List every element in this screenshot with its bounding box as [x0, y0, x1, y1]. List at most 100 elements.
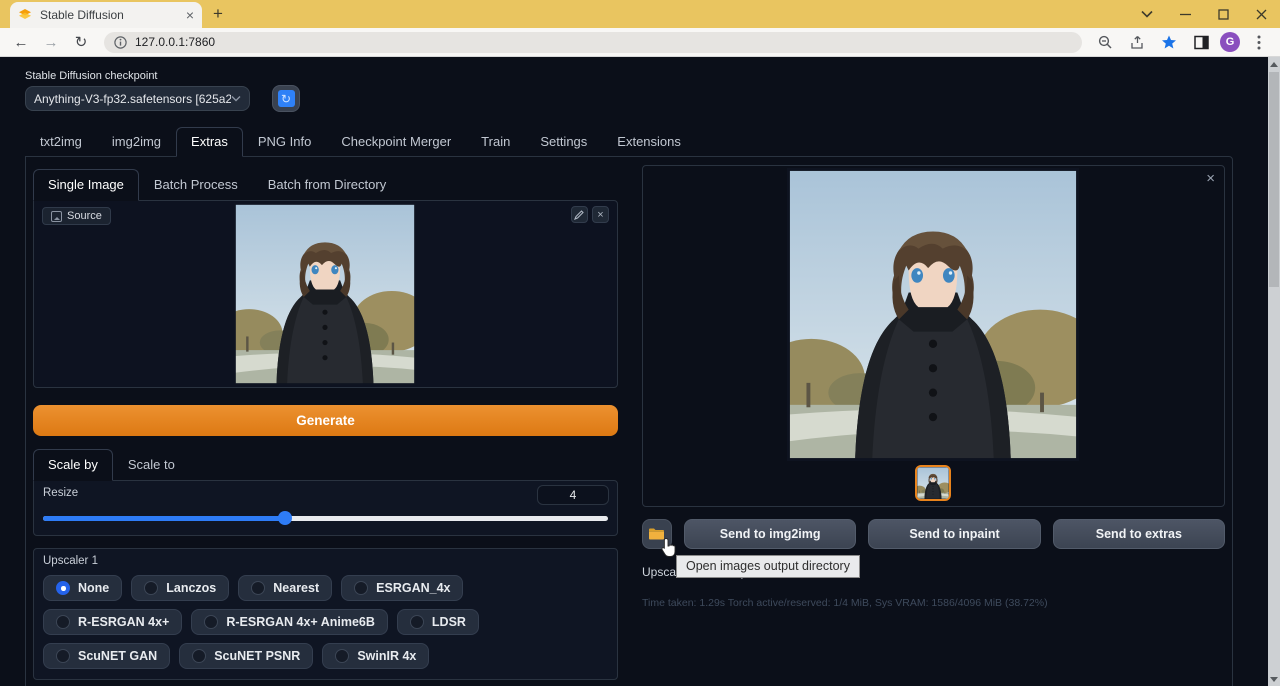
- tab-train[interactable]: Train: [466, 127, 525, 157]
- source-image-dropzone[interactable]: Source ×: [33, 200, 618, 388]
- back-icon[interactable]: ←: [8, 29, 34, 55]
- tab-img2img[interactable]: img2img: [97, 127, 176, 157]
- subtab-batch-process[interactable]: Batch Process: [139, 169, 253, 201]
- extras-tab-panel: Single ImageBatch ProcessBatch from Dire…: [25, 156, 1233, 686]
- window-close-icon[interactable]: [1242, 0, 1280, 28]
- tab-png-info[interactable]: PNG Info: [243, 127, 326, 157]
- performance-stats-text: Time taken: 1.29s Torch active/reserved:…: [642, 597, 1048, 609]
- radio-icon[interactable]: [335, 649, 349, 663]
- subtab-batch-from-directory[interactable]: Batch from Directory: [253, 169, 401, 201]
- refresh-checkpoint-button[interactable]: ↻: [272, 85, 300, 112]
- upscaler1-option-r-esrgan-4x-anime6b[interactable]: R-ESRGAN 4x+ Anime6B: [191, 609, 388, 635]
- reload-icon[interactable]: ↻: [68, 29, 94, 55]
- radio-icon[interactable]: [192, 649, 206, 663]
- radio-label: ESRGAN_4x: [376, 581, 450, 595]
- upscaler1-option-lanczos[interactable]: Lanczos: [131, 575, 229, 601]
- scrollbar-thumb[interactable]: [1269, 72, 1279, 287]
- result-gallery: ×: [642, 165, 1225, 507]
- profile-avatar[interactable]: G: [1220, 32, 1240, 52]
- upscaler1-option-nearest[interactable]: Nearest: [238, 575, 332, 601]
- share-icon[interactable]: [1124, 29, 1150, 55]
- favicon-gradio-icon: [18, 8, 32, 22]
- resize-label: Resize: [43, 487, 608, 499]
- radio-label: LDSR: [432, 615, 466, 629]
- scale-tab-scale-to[interactable]: Scale to: [113, 449, 190, 481]
- checkpoint-value: Anything-V3-fp32.safetensors [625a2ba2]: [34, 92, 231, 106]
- mouse-cursor-hand: [660, 537, 678, 559]
- clear-image-icon[interactable]: ×: [592, 206, 609, 223]
- scale-tab-scale-by[interactable]: Scale by: [33, 449, 113, 481]
- stable-diffusion-webui: Stable Diffusion checkpoint Anything-V3-…: [0, 57, 1280, 686]
- send-button-row: Send to img2img Send to inpaint Send to ex…: [684, 519, 1225, 549]
- radio-label: R-ESRGAN 4x+: [78, 615, 169, 629]
- generate-button[interactable]: Generate: [33, 405, 618, 436]
- zoom-icon[interactable]: [1092, 29, 1118, 55]
- radio-icon[interactable]: [56, 581, 70, 595]
- site-info-icon[interactable]: [114, 36, 127, 49]
- resize-number-input[interactable]: 4: [537, 485, 609, 505]
- tab-extras[interactable]: Extras: [176, 127, 243, 157]
- radio-icon[interactable]: [56, 649, 70, 663]
- url-text[interactable]: 127.0.0.1:7860: [135, 35, 215, 49]
- tab-settings[interactable]: Settings: [525, 127, 602, 157]
- result-image[interactable]: [787, 168, 1079, 461]
- edit-image-icon[interactable]: [571, 206, 588, 223]
- radio-label: Nearest: [273, 581, 319, 595]
- subtab-single-image[interactable]: Single Image: [33, 169, 139, 201]
- radio-label: None: [78, 581, 109, 595]
- scrollbar-up-icon[interactable]: [1268, 57, 1280, 71]
- tab-search-chevron-icon[interactable]: [1128, 0, 1166, 28]
- browser-titlebar: Stable Diffusion × +: [0, 0, 1280, 28]
- radio-icon[interactable]: [410, 615, 424, 629]
- send-to-inpaint-button[interactable]: Send to inpaint: [868, 519, 1040, 549]
- menu-dots-icon[interactable]: [1246, 29, 1272, 55]
- page-scrollbar[interactable]: [1268, 57, 1280, 686]
- upscaler1-option-r-esrgan-4x[interactable]: R-ESRGAN 4x+: [43, 609, 182, 635]
- checkpoint-label: Stable Diffusion checkpoint: [25, 70, 1250, 82]
- window-maximize-icon[interactable]: [1204, 0, 1242, 28]
- radio-icon[interactable]: [354, 581, 368, 595]
- scrollbar-down-icon[interactable]: [1268, 672, 1280, 686]
- upscaler1-option-ldsr[interactable]: LDSR: [397, 609, 479, 635]
- radio-icon[interactable]: [251, 581, 265, 595]
- browser-tab-title: Stable Diffusion: [40, 8, 178, 22]
- tab-extensions[interactable]: Extensions: [602, 127, 696, 157]
- checkpoint-dropdown[interactable]: Anything-V3-fp32.safetensors [625a2ba2]: [25, 86, 250, 111]
- source-chip-label: Source: [67, 210, 102, 222]
- upscaler1-block: Upscaler 1 None Lanczos Nearest ESRGAN_4x R-…: [33, 548, 618, 680]
- bookmark-star-icon[interactable]: [1156, 29, 1182, 55]
- radio-icon[interactable]: [144, 581, 158, 595]
- result-thumbnail-selected[interactable]: [915, 465, 951, 501]
- upscaler1-option-swinir-4x[interactable]: SwinIR 4x: [322, 643, 429, 669]
- thumbnail-image: [917, 467, 949, 499]
- radio-icon[interactable]: [56, 615, 70, 629]
- close-gallery-icon[interactable]: ×: [1206, 170, 1215, 187]
- url-bar[interactable]: 127.0.0.1:7860: [104, 32, 1082, 53]
- folder-button-tooltip: Open images output directory: [676, 555, 860, 578]
- side-panel-icon[interactable]: [1188, 29, 1214, 55]
- upscaler1-option-scunet-gan[interactable]: ScuNET GAN: [43, 643, 170, 669]
- browser-tab[interactable]: Stable Diffusion ×: [10, 2, 202, 28]
- resize-slider-handle[interactable]: [278, 511, 292, 525]
- radio-icon[interactable]: [204, 615, 218, 629]
- radio-label: R-ESRGAN 4x+ Anime6B: [226, 615, 375, 629]
- scale-tab-bar: Scale byScale to: [33, 449, 618, 481]
- radio-label: Lanczos: [166, 581, 216, 595]
- window-minimize-icon[interactable]: [1166, 0, 1204, 28]
- tab-close-icon[interactable]: ×: [186, 8, 194, 22]
- resize-slider[interactable]: [43, 516, 608, 521]
- refresh-icon: ↻: [278, 90, 295, 107]
- resize-block: Resize 4: [33, 480, 618, 536]
- send-to-img2img-button[interactable]: Send to img2img: [684, 519, 856, 549]
- tab-txt2img[interactable]: txt2img: [25, 127, 97, 157]
- upscaler1-option-scunet-psnr[interactable]: ScuNET PSNR: [179, 643, 313, 669]
- source-image: [234, 203, 416, 385]
- upscaler1-option-none[interactable]: None: [43, 575, 122, 601]
- new-tab-button[interactable]: +: [206, 2, 230, 26]
- forward-icon[interactable]: →: [38, 29, 64, 55]
- extras-subtab-bar: Single ImageBatch ProcessBatch from Dire…: [33, 169, 618, 201]
- upscaler1-label: Upscaler 1: [43, 555, 608, 567]
- upscaler1-option-esrgan-4x[interactable]: ESRGAN_4x: [341, 575, 463, 601]
- send-to-extras-button[interactable]: Send to extras: [1053, 519, 1225, 549]
- tab-checkpoint-merger[interactable]: Checkpoint Merger: [326, 127, 466, 157]
